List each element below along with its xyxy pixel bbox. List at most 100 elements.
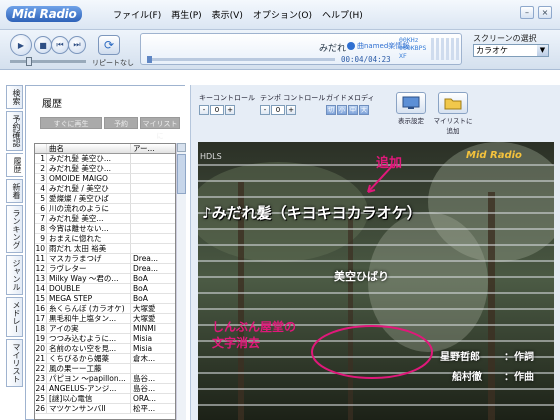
- menu-play[interactable]: 再生(P): [166, 8, 206, 21]
- repeat-button[interactable]: ⟳: [98, 35, 120, 55]
- key-control: キーコントロール - 0 +: [199, 93, 255, 119]
- table-row[interactable]: 13 Milky Way ～君の... BoA: [35, 274, 175, 284]
- row-number: 9: [35, 234, 47, 243]
- seek-bar[interactable]: [147, 58, 335, 61]
- row-title: おまえに惚れた: [47, 234, 131, 243]
- row-title: マツケンサンバII: [47, 404, 131, 413]
- tempo-up-button[interactable]: +: [286, 105, 296, 115]
- table-row[interactable]: 24 ANGELUS-アンジ... 島谷...: [35, 384, 175, 394]
- menu-file[interactable]: ファイル(F): [108, 8, 166, 21]
- tab-ranking[interactable]: ランキング: [6, 205, 23, 253]
- guide-off-button[interactable]: 切: [326, 105, 336, 115]
- seek-thumb[interactable]: [147, 56, 152, 63]
- row-number: 18: [35, 324, 47, 333]
- table-row[interactable]: 23 パピヨン ～papillon... 島谷...: [35, 374, 175, 384]
- table-row[interactable]: 7 みだれ髪 美空...: [35, 214, 175, 224]
- info-icon: [347, 42, 355, 50]
- row-title: 黒毛和牛上塩タン...: [47, 314, 131, 323]
- tempo-down-button[interactable]: -: [260, 105, 270, 115]
- table-row[interactable]: 19 つつみ込むように... Misia: [35, 334, 175, 344]
- key-down-button[interactable]: -: [199, 105, 209, 115]
- prev-button[interactable]: ⏮: [51, 36, 69, 54]
- stop-button[interactable]: ■: [34, 36, 52, 54]
- table-body: 1 みだれ髪 美空ひ... 2 みだれ髪 美空ひ... 3 OMOIDE MAIGO 4 みだ…: [35, 154, 175, 414]
- app-logo: Mid Radio: [6, 6, 83, 22]
- row-artist: [131, 204, 175, 213]
- menu-options[interactable]: オプション(O): [248, 8, 317, 21]
- repeat-icon: ⟳: [103, 38, 115, 52]
- composer-name: 船村徹: [452, 372, 482, 383]
- row-artist: MINMI: [133, 324, 156, 333]
- close-button[interactable]: ×: [538, 6, 552, 19]
- row-artist: Misia: [133, 334, 153, 343]
- table-row[interactable]: 3 OMOIDE MAIGO: [35, 174, 175, 184]
- table-row[interactable]: 14 DOUBLE BoA: [35, 284, 175, 294]
- row-number: 6: [35, 204, 47, 213]
- scroll-up-icon[interactable]: [177, 143, 186, 152]
- add-mylist-button[interactable]: [438, 92, 468, 114]
- guide-large-button[interactable]: 大: [359, 105, 369, 115]
- column-artist[interactable]: アー...: [131, 144, 175, 153]
- table-row[interactable]: 8 今宵は離せない...: [35, 224, 175, 234]
- table-row[interactable]: 21 くちびるから媚薬 倉木...: [35, 354, 175, 364]
- volume-slider-thumb[interactable]: [26, 57, 32, 66]
- table-row[interactable]: 6 川の流れのように: [35, 204, 175, 214]
- key-up-button[interactable]: +: [225, 105, 235, 115]
- table-row[interactable]: 25 [謎]以心電信 ORA...: [35, 394, 175, 404]
- row-number: 8: [35, 224, 47, 233]
- table-row[interactable]: 17 黒毛和牛上塩タン... 大塚愛: [35, 314, 175, 324]
- tab-search[interactable]: 検索: [6, 85, 23, 109]
- row-title: みだれ髪 美空ひ...: [47, 164, 131, 173]
- row-artist: 島谷...: [133, 384, 156, 393]
- row-number: 12: [35, 264, 47, 273]
- table-row[interactable]: 10 雨だれ 太田 裕美: [35, 244, 175, 254]
- column-title[interactable]: 曲名: [47, 144, 131, 153]
- row-title: つつみ込むように...: [47, 334, 131, 343]
- table-row[interactable]: 15 MEGA STEP BoA: [35, 294, 175, 304]
- guide-small-button[interactable]: 小: [337, 105, 347, 115]
- spectrum-meter: [431, 38, 459, 60]
- table-row[interactable]: 11 マスカラまつげ Drea...: [35, 254, 175, 264]
- row-artist: [131, 174, 175, 183]
- row-artist: [131, 164, 175, 173]
- bitrate: 000KBPS: [399, 44, 427, 52]
- table-row[interactable]: 20 名前のない空を見... Misia: [35, 344, 175, 354]
- guide-medium-button[interactable]: 中: [348, 105, 358, 115]
- screen-select[interactable]: カラオケ ▼: [473, 44, 549, 57]
- table-row[interactable]: 2 みだれ髪 美空ひ...: [35, 164, 175, 174]
- tab-history[interactable]: 履歴: [6, 153, 23, 177]
- tempo-control: テンポ コントロール - 0 +: [260, 93, 325, 119]
- table-row[interactable]: 16 糸くらんぼ (カラオケ) 大塚愛: [35, 304, 175, 314]
- row-title: ラヴレター: [47, 264, 131, 273]
- next-button[interactable]: ⏭: [68, 36, 86, 54]
- volume-slider-track[interactable]: [10, 60, 86, 63]
- reserve-button[interactable]: 予約: [104, 117, 138, 129]
- table-row[interactable]: 4 みだれ髪 / 美空ひ: [35, 184, 175, 194]
- table-row[interactable]: 26 マツケンサンバII 松平...: [35, 404, 175, 414]
- table-row[interactable]: 18 アイの実 MINMI: [35, 324, 175, 334]
- table-row[interactable]: 5 愛燦燦 / 美空ひば: [35, 194, 175, 204]
- tab-medley[interactable]: メドレー: [6, 297, 23, 337]
- tab-new[interactable]: 新着: [6, 179, 23, 203]
- table-row[interactable]: 1 みだれ髪 美空ひ...: [35, 154, 175, 164]
- chevron-down-icon[interactable]: ▼: [537, 45, 548, 56]
- scroll-thumb[interactable]: [177, 154, 186, 194]
- row-number: 4: [35, 184, 47, 193]
- minimize-button[interactable]: –: [520, 6, 534, 19]
- table-row[interactable]: 12 ラヴレター Drea...: [35, 264, 175, 274]
- play-now-button[interactable]: すぐに再生: [40, 117, 102, 129]
- tab-reservations[interactable]: 予約確認: [6, 111, 23, 151]
- table-row[interactable]: 9 おまえに惚れた: [35, 234, 175, 244]
- video-logo: Mid Radio: [466, 150, 522, 161]
- play-button[interactable]: ▶: [10, 34, 32, 56]
- table-row[interactable]: 22 風の果ーー工藤: [35, 364, 175, 374]
- screen-select-label: スクリーンの選択: [473, 34, 537, 43]
- display-settings-button[interactable]: [396, 92, 426, 114]
- tab-genre[interactable]: ジャンル: [6, 255, 23, 295]
- tab-mylist[interactable]: マイリスト: [6, 339, 23, 387]
- row-title: Milky Way ～君の...: [47, 274, 131, 283]
- menu-help[interactable]: ヘルプ(H): [317, 8, 368, 21]
- add-to-mylist-button[interactable]: マイリストに: [140, 117, 180, 140]
- menu-view[interactable]: 表示(V): [207, 8, 248, 21]
- table-scrollbar[interactable]: [176, 143, 186, 420]
